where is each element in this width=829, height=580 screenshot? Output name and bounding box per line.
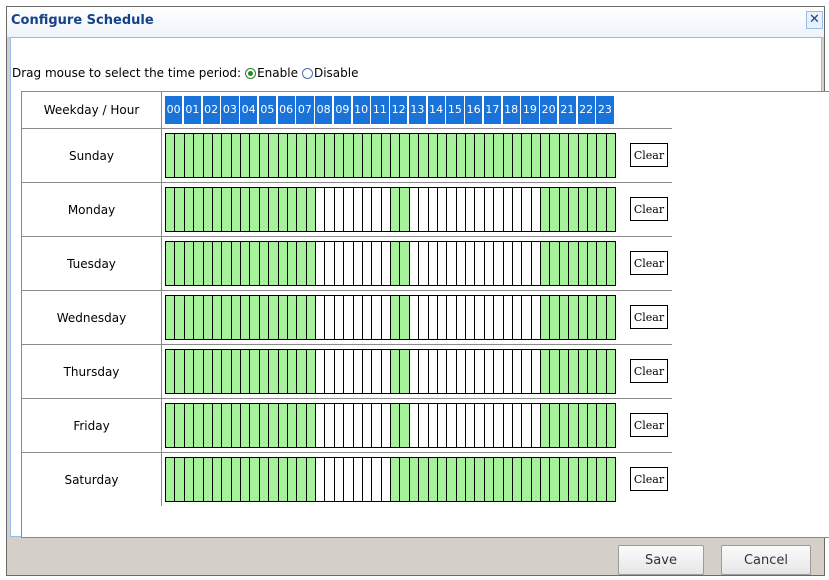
hour-header-22[interactable]: 22 [577, 96, 595, 124]
schedule-cell[interactable] [605, 241, 616, 286]
day-row-tuesday: Tuesday Clear [22, 236, 672, 290]
day-row-thursday: Thursday Clear [22, 344, 672, 398]
schedule-cell[interactable] [605, 349, 616, 394]
day-label-saturday: Saturday [22, 453, 162, 506]
hour-header-15[interactable]: 15 [446, 96, 464, 124]
hour-header-13[interactable]: 13 [408, 96, 426, 124]
day-label-sunday: Sunday [22, 129, 162, 182]
hour-header-10[interactable]: 10 [352, 96, 370, 124]
hour-header-14[interactable]: 14 [427, 96, 445, 124]
day-label-wednesday: Wednesday [22, 291, 162, 344]
clear-button-tuesday[interactable]: Clear [630, 251, 668, 275]
dialog-body: Drag mouse to select the time period: En… [10, 37, 829, 538]
clear-button-wednesday[interactable]: Clear [630, 305, 668, 329]
schedule-grid: Weekday / Hour 00 01 02 03 04 05 06 07 08 09 10 11 1… [21, 91, 829, 538]
hour-header-04[interactable]: 04 [240, 96, 258, 124]
day-row-monday: Monday Clear [22, 182, 672, 236]
hour-header-08[interactable]: 08 [315, 96, 333, 124]
disable-radio-label[interactable]: Disable [314, 66, 359, 80]
hour-header-12[interactable]: 12 [390, 96, 408, 124]
day-row-saturday: Saturday Clear [22, 452, 672, 506]
hour-header-11[interactable]: 11 [371, 96, 389, 124]
dialog-titlebar: Configure Schedule ✕ [7, 7, 824, 38]
configure-schedule-dialog: Configure Schedule ✕ Drag mouse to selec… [6, 6, 829, 576]
hour-header-07[interactable]: 07 [296, 96, 314, 124]
hour-header-09[interactable]: 09 [333, 96, 351, 124]
clear-button-thursday[interactable]: Clear [630, 359, 668, 383]
schedule-cell[interactable] [605, 457, 616, 502]
hour-header-02[interactable]: 02 [202, 96, 220, 124]
clear-button-saturday[interactable]: Clear [630, 467, 668, 491]
schedule-cell[interactable] [605, 295, 616, 340]
enable-radio-label[interactable]: Enable [257, 66, 298, 80]
cancel-button[interactable]: Cancel [721, 545, 811, 575]
enable-radio[interactable] [245, 67, 257, 79]
mode-selector: Drag mouse to select the time period: En… [12, 66, 358, 80]
day-label-monday: Monday [22, 183, 162, 236]
hour-header-18[interactable]: 18 [502, 96, 520, 124]
hour-header-05[interactable]: 05 [258, 96, 276, 124]
hour-header-19[interactable]: 19 [521, 96, 539, 124]
clear-button-sunday[interactable]: Clear [630, 143, 668, 167]
schedule-cell[interactable] [605, 187, 616, 232]
hour-header-00[interactable]: 00 [165, 96, 183, 124]
day-label-friday: Friday [22, 399, 162, 452]
weekday-hour-header: Weekday / Hour [22, 92, 162, 128]
hour-header-21[interactable]: 21 [558, 96, 576, 124]
day-label-tuesday: Tuesday [22, 237, 162, 290]
instruction-text: Drag mouse to select the time period: [12, 66, 242, 80]
day-row-sunday: Sunday Clear [22, 128, 672, 182]
disable-radio[interactable] [301, 67, 313, 79]
day-row-friday: Friday Clear [22, 398, 672, 452]
day-row-wednesday: Wednesday Clear [22, 290, 672, 344]
clear-button-friday[interactable]: Clear [630, 413, 668, 437]
header-spacer [617, 92, 672, 128]
hour-header-20[interactable]: 20 [540, 96, 558, 124]
hour-header-03[interactable]: 03 [221, 96, 239, 124]
day-label-thursday: Thursday [22, 345, 162, 398]
hour-header-06[interactable]: 06 [277, 96, 295, 124]
hour-header-17[interactable]: 17 [483, 96, 501, 124]
save-button[interactable]: Save [618, 545, 704, 575]
schedule-cell[interactable] [605, 403, 616, 448]
close-icon[interactable]: ✕ [806, 11, 823, 29]
hour-header-23[interactable]: 23 [596, 96, 614, 124]
hour-header-01[interactable]: 01 [183, 96, 201, 124]
schedule-cell[interactable] [605, 133, 616, 178]
clear-button-monday[interactable]: Clear [630, 197, 668, 221]
hour-header-16[interactable]: 16 [465, 96, 483, 124]
dialog-title: Configure Schedule [11, 13, 154, 28]
